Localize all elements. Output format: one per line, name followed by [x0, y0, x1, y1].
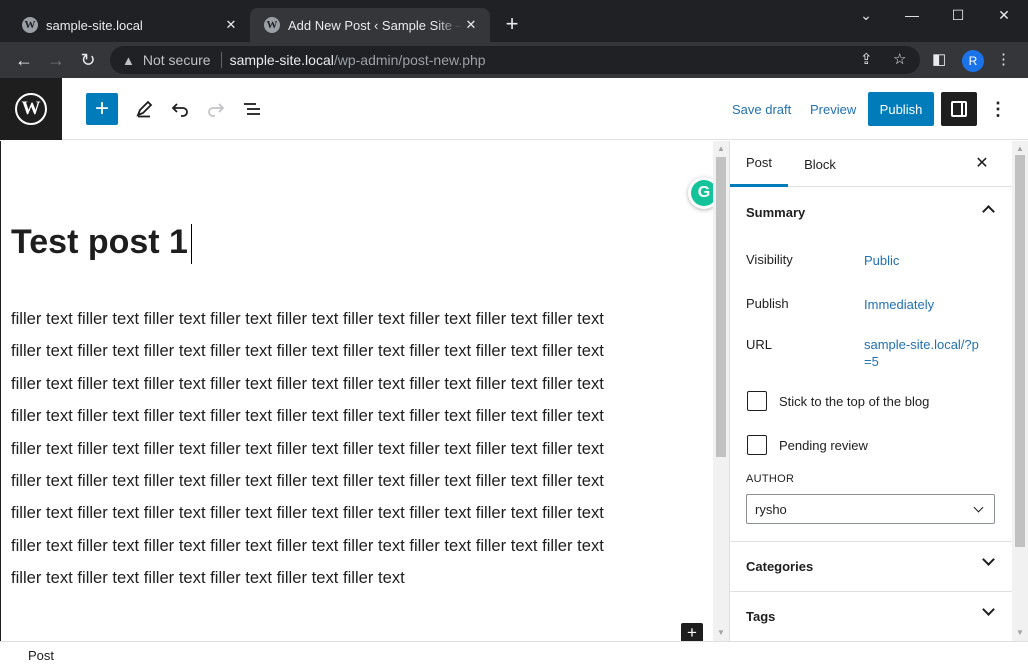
- categories-panel-toggle[interactable]: Categories: [730, 541, 1012, 591]
- reload-icon[interactable]: ↻: [74, 46, 102, 74]
- tags-heading: Tags: [746, 609, 776, 624]
- menu-icon[interactable]: ⋮: [996, 50, 1011, 68]
- sidebar-tabs: Post Block ✕: [730, 141, 1012, 187]
- chevron-down-icon: [982, 603, 995, 616]
- append-block-button[interactable]: +: [681, 623, 703, 643]
- document-overview-icon[interactable]: [236, 93, 268, 125]
- author-label: AUTHOR: [746, 473, 795, 485]
- post-title[interactable]: Test post 1: [11, 221, 192, 265]
- close-icon[interactable]: ✕: [462, 16, 480, 34]
- url-value[interactable]: sample-site.local/?p=5: [864, 336, 984, 370]
- publish-date-value[interactable]: Immediately: [864, 296, 934, 313]
- visibility-value[interactable]: Public: [864, 252, 899, 269]
- tab-title: Add New Post ‹ Sample Site — WordPress: [288, 17, 462, 33]
- profile-avatar[interactable]: R: [962, 50, 984, 72]
- tab-title: sample-site.local: [46, 17, 143, 33]
- preview-button[interactable]: Preview: [810, 102, 856, 117]
- tags-panel-toggle[interactable]: Tags: [730, 591, 1012, 641]
- settings-toggle-button[interactable]: [941, 92, 977, 126]
- maximize-button[interactable]: ☐: [935, 0, 981, 30]
- sidebar-icon: [951, 101, 967, 117]
- browser-tab-active[interactable]: W Add New Post ‹ Sample Site — WordPress…: [250, 8, 490, 42]
- divider: [220, 52, 222, 68]
- security-status[interactable]: Not secure: [143, 52, 211, 68]
- author-selected-value: rysho: [755, 501, 787, 517]
- undo-icon[interactable]: [164, 93, 196, 125]
- sidebar-scrollbar[interactable]: ▲ ▼: [1012, 141, 1028, 641]
- address-bar[interactable]: ▲ Not secure sample-site.local /wp-admin…: [110, 46, 920, 74]
- wordpress-logo-button[interactable]: W: [0, 78, 62, 140]
- block-inserter-button[interactable]: +: [86, 93, 118, 125]
- side-panel-icon[interactable]: ◧: [932, 50, 946, 68]
- chevron-down-icon: [982, 553, 995, 566]
- post-title-text[interactable]: Test post 1: [11, 223, 188, 261]
- wordpress-icon: W: [22, 17, 38, 33]
- settings-sidebar: Post Block ✕ Summary Visibility Public P…: [729, 141, 1012, 641]
- editor-footer: Post: [0, 641, 1028, 667]
- browser-tab[interactable]: W sample-site.local ✕: [8, 8, 250, 42]
- back-icon[interactable]: ←: [10, 46, 38, 74]
- scroll-up-icon[interactable]: ▲: [713, 144, 729, 153]
- scroll-up-icon[interactable]: ▲: [1012, 144, 1028, 153]
- sticky-checkbox[interactable]: [747, 391, 767, 411]
- tab-block[interactable]: Block: [792, 141, 848, 187]
- canvas-scrollbar[interactable]: ▲ ▼: [713, 141, 729, 641]
- minimize-button[interactable]: —: [889, 0, 935, 30]
- warning-icon: ▲: [122, 52, 135, 68]
- url-host: sample-site.local: [229, 52, 334, 68]
- close-sidebar-icon[interactable]: ✕: [972, 153, 992, 173]
- options-menu-icon[interactable]: ⋮: [988, 93, 1008, 125]
- summary-panel-toggle[interactable]: Summary: [730, 187, 1012, 237]
- scroll-down-icon[interactable]: ▼: [713, 628, 729, 637]
- editor-canvas: Test post 1 filler text filler text fill…: [0, 141, 713, 641]
- breadcrumb[interactable]: Post: [28, 648, 54, 663]
- wordpress-icon: W: [15, 93, 47, 125]
- url-path: /wp-admin/post-new.php: [333, 52, 486, 68]
- wordpress-icon: W: [264, 17, 280, 33]
- scrollbar-thumb[interactable]: [716, 157, 726, 457]
- new-tab-button[interactable]: +: [500, 13, 524, 37]
- browser-toolbar: ← → ↻ ▲ Not secure sample-site.local /wp…: [0, 42, 1028, 78]
- visibility-label: Visibility: [746, 252, 793, 267]
- editor-header: W + Save draft Preview Publish ⋮: [0, 78, 1028, 140]
- close-icon[interactable]: ✕: [222, 16, 240, 34]
- sticky-label[interactable]: Stick to the top of the blog: [779, 394, 929, 409]
- edit-tool-icon[interactable]: [128, 93, 160, 125]
- pending-review-label[interactable]: Pending review: [779, 438, 868, 453]
- forward-icon[interactable]: →: [42, 46, 70, 74]
- author-select[interactable]: rysho: [746, 494, 995, 524]
- summary-heading: Summary: [746, 204, 806, 220]
- redo-icon[interactable]: [200, 93, 232, 125]
- chevron-down-icon: [973, 502, 984, 513]
- categories-heading: Categories: [746, 559, 814, 574]
- share-icon[interactable]: ⇪: [860, 50, 873, 68]
- paragraph-block[interactable]: filler text filler text filler text fill…: [11, 303, 691, 595]
- bookmark-star-icon[interactable]: ☆: [893, 50, 906, 68]
- pending-review-checkbox[interactable]: [747, 435, 767, 455]
- publish-label: Publish: [746, 296, 789, 311]
- window-close-button[interactable]: ✕: [981, 0, 1027, 30]
- tab-post[interactable]: Post: [730, 141, 788, 187]
- chevron-up-icon: [982, 205, 995, 218]
- publish-button[interactable]: Publish: [868, 92, 934, 126]
- url-label: URL: [746, 337, 773, 352]
- scrollbar-thumb[interactable]: [1015, 155, 1025, 547]
- text-cursor: [190, 224, 192, 265]
- save-draft-button[interactable]: Save draft: [732, 102, 791, 117]
- scroll-down-icon[interactable]: ▼: [1012, 628, 1028, 637]
- browser-tab-strip: W sample-site.local ✕ W Add New Post ‹ S…: [0, 0, 1028, 42]
- tab-search-icon[interactable]: ⌄: [843, 0, 889, 30]
